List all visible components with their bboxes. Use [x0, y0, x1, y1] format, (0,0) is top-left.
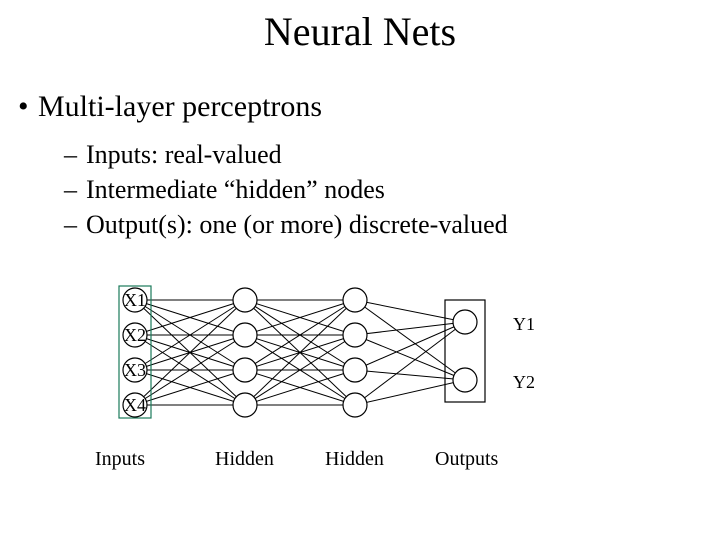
hidden-node [233, 358, 257, 382]
hidden-node [343, 323, 367, 347]
edge [355, 335, 465, 380]
bullet-multilayer: Multi-layer perceptrons [38, 90, 322, 124]
column-label: Outputs [435, 448, 499, 470]
slide-title: Neural Nets [0, 8, 720, 55]
hidden-node [343, 288, 367, 312]
hidden-node [233, 393, 257, 417]
edge [355, 322, 465, 335]
column-label: Hidden [215, 448, 274, 470]
slide: Neural Nets Multi-layer perceptrons Inpu… [0, 0, 720, 540]
output-label: Y2 [513, 372, 535, 392]
output-label: Y1 [513, 314, 535, 334]
edge [355, 300, 465, 322]
column-label: Inputs [95, 448, 145, 470]
edge [355, 322, 465, 370]
hidden-node [233, 288, 257, 312]
network-diagram: X1 X2 X3 X4 Y1 Y2 Inputs Hidden Hidden Outputs [75, 280, 595, 520]
output-node [453, 368, 477, 392]
input-label: X1 [124, 290, 146, 310]
output-node [453, 310, 477, 334]
hidden-node [343, 358, 367, 382]
input-label: X3 [124, 360, 146, 380]
hidden-node [233, 323, 257, 347]
sub-inputs: Inputs: real-valued [86, 140, 282, 170]
sub-outputs: Output(s): one (or more) discrete-valued [86, 210, 508, 240]
edge [355, 300, 465, 380]
input-label: X4 [124, 395, 146, 415]
hidden-node [343, 393, 367, 417]
edge [355, 370, 465, 380]
sub-hidden: Intermediate “hidden” nodes [86, 175, 385, 205]
column-label: Hidden [325, 448, 384, 470]
input-label: X2 [124, 325, 146, 345]
